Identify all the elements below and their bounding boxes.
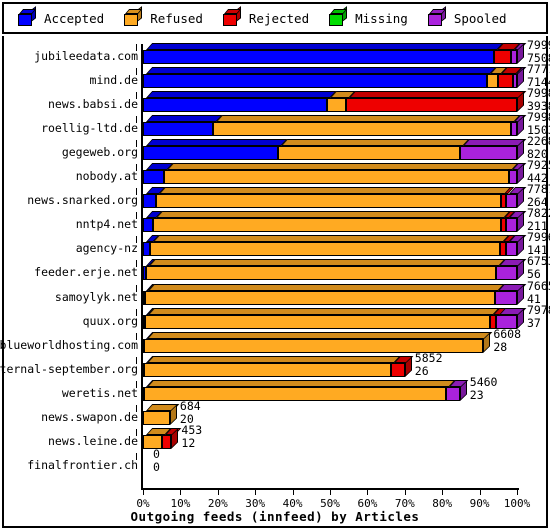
bar-segment-spooled [460,146,517,161]
bar-segment-accepted [143,122,214,137]
bar-segment-top-face [146,91,337,99]
bar-value-total: 7665 [527,278,550,293]
bar-segment-top-face [148,259,506,267]
bar-segment-accepted [143,242,150,257]
bar-segment-rejected [161,434,172,449]
bar-segment-refused [278,146,461,161]
bar-segment-rejected [494,50,512,64]
bar-segment-top-face [147,307,499,315]
bar-segment-rejected [497,74,513,89]
bar-segment-spooled [446,386,460,401]
x-axis-tick [330,489,331,495]
bar-segment-top-face [147,283,504,291]
bar-segment-top-face [146,67,497,75]
bar-value-total: 7822 [527,206,550,221]
bar-segment-top-face [152,235,510,243]
bar-segment-top-face [166,163,519,171]
bar-value-total: 7998 [527,86,550,101]
bar-segment-top-face [348,91,527,99]
x-axis-tick [143,489,144,495]
bar-value-total: 6753 [527,254,550,269]
bar-segment-refused [143,410,170,425]
bar-value-accepted: 28 [493,339,508,354]
bar-segment-accepted [143,218,154,233]
bar-segment-accepted [143,50,495,64]
bar-segment-accepted [143,98,327,113]
bar-segment-spooled [496,266,517,281]
bar-value-total: 7999 [527,38,550,52]
x-axis-tick [292,489,294,495]
bar-segment-top-face [216,115,521,123]
bar-value-total: 453 [181,422,203,437]
bar-value-total: 6608 [493,326,522,341]
bar-segment-top-face [158,187,511,195]
bar-segment-refused [486,74,498,89]
bar-segment-refused [155,194,502,209]
bar-segment-spooled [505,242,517,257]
bar-value-total: 7996 [527,230,550,245]
bar-segment-rejected [345,98,517,113]
bar-segment-spooled [494,290,517,305]
bar-value-accepted: 23 [469,387,484,402]
bar-value-total: 7787 [527,182,550,197]
bar-segment-spooled [505,194,517,209]
bar-segment-refused [163,170,510,185]
bar-value-accepted: 12 [181,435,196,450]
bar-segment-spooled [505,218,517,233]
bar-segment-top-face [147,355,401,363]
bar-segment-top-face [147,379,456,387]
x-axis-tick [479,489,481,495]
bar-segment-top-face [146,43,504,50]
bar-value-accepted: 37 [527,315,541,330]
bar-segment-top-face [147,331,493,339]
bar-segment-top-face [281,139,470,147]
bar-value-total: 7978 [527,302,550,317]
bar-value-total: 0 [153,446,160,461]
chart-root: Accepted Refused Rejected Missing Spooled ju… [0,0,550,530]
bar-segment-top-face [156,211,511,219]
axis-depth-connector [136,452,144,460]
bar-segment-accepted [143,194,156,209]
bar-value-total: 5852 [414,350,443,365]
bar-segment-refused [144,362,392,377]
bar-segment-refused [145,266,497,281]
x-axis-tick [367,489,369,495]
bar-segment-refused [144,314,490,329]
bar-segment-refused [327,98,346,113]
x-axis-tick [517,489,518,495]
bar-value-total: 2268 [527,134,550,149]
bar-value-total: 684 [179,398,201,413]
bar-value-total: 5460 [469,374,498,389]
bar-value-total: 7998 [527,110,550,125]
bar-series-container: 7999750877777144799839387998150322688207… [0,0,550,530]
bar-value-total: 7777 [527,62,550,77]
bar-segment-accepted [143,170,164,185]
x-axis-tick [255,489,257,495]
bar-value-accepted: 26 [414,363,429,378]
bar-segment-refused [144,290,495,305]
x-axis-tick [442,489,444,495]
bar-segment-spooled [509,170,517,185]
x-axis-title: Outgoing feeds (innfeed) by Articles [130,509,420,524]
bar-segment-top-face [146,139,288,147]
bar-value-accepted: 0 [153,459,160,474]
bar-segment-top-face [146,115,223,123]
x-axis-tick [217,489,219,495]
x-axis-tick [180,489,182,495]
bar-segment-refused [149,242,501,257]
bar-value-total: 7925 [527,158,550,173]
bar-segment-rejected [391,362,405,377]
x-axis-tick [404,489,406,495]
bar-segment-accepted [143,146,279,161]
bar-segment-refused [213,122,512,137]
bar-segment-refused [153,218,501,233]
bar-segment-accepted [143,74,487,89]
